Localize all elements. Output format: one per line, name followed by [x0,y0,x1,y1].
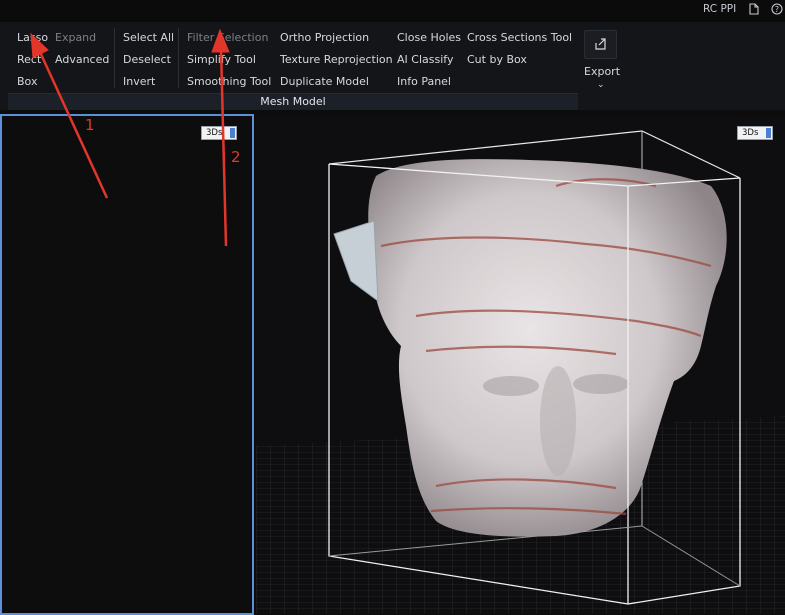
annotation-arrow-1 [38,51,109,199]
annotation-arrow-2 [219,47,228,247]
annotation-label-2: 2 [231,148,241,166]
annotation-overlay [30,28,230,247]
arrowhead [211,28,230,53]
arrowhead [30,32,49,59]
annotation-label-1: 1 [85,116,95,134]
